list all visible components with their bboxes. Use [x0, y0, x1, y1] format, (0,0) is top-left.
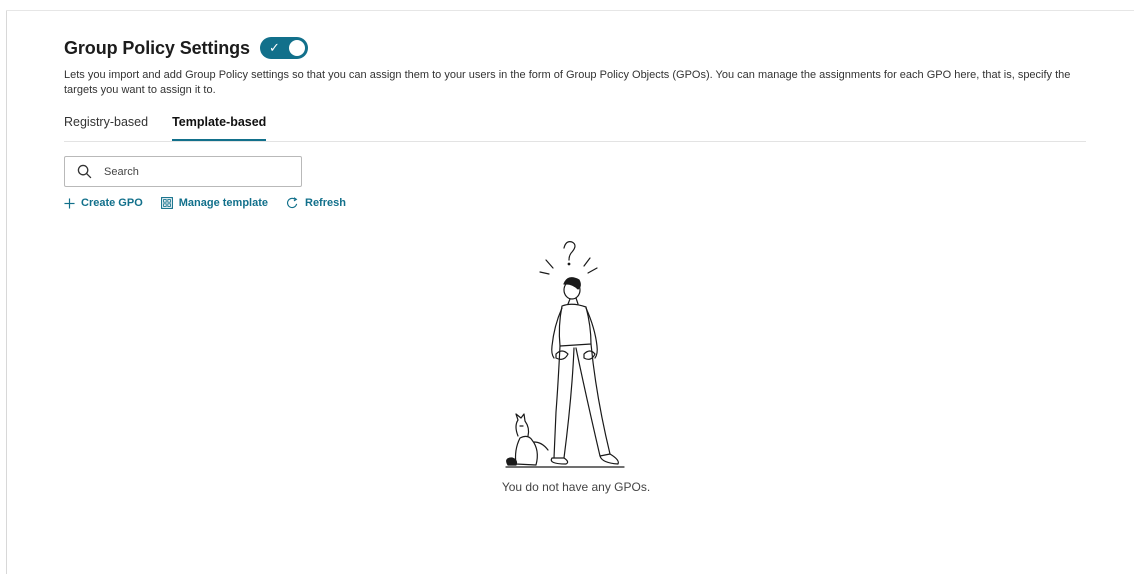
- search-box[interactable]: [64, 156, 302, 187]
- title-row: Group Policy Settings ✓: [64, 36, 1086, 60]
- toggle-knob: [288, 40, 305, 56]
- tab-registry-based[interactable]: Registry-based: [64, 115, 148, 141]
- manage-template-label: Manage template: [178, 197, 268, 209]
- empty-state-illustration: [505, 241, 625, 468]
- tab-bar: Registry-based Template-based: [64, 115, 1086, 142]
- enable-toggle[interactable]: ✓: [259, 37, 308, 59]
- refresh-label: Refresh: [305, 197, 346, 209]
- search-icon: [77, 164, 92, 179]
- refresh-button[interactable]: Refresh: [286, 197, 346, 209]
- refresh-icon: [286, 197, 298, 209]
- main-content: Group Policy Settings ✓ Lets you import …: [64, 36, 1086, 209]
- plus-icon: [64, 197, 75, 209]
- action-bar: Create GPO Manage template Refresh: [64, 197, 1086, 209]
- check-icon: ✓: [268, 40, 280, 55]
- template-icon: [160, 197, 173, 209]
- page-description: Lets you import and add Group Policy set…: [64, 69, 1071, 96]
- empty-state-message: You do not have any GPOs.: [501, 480, 651, 494]
- frame-border-left: [6, 10, 7, 574]
- frame-border-top: [6, 10, 1134, 11]
- page-title: Group Policy Settings: [64, 37, 250, 58]
- manage-template-button[interactable]: Manage template: [160, 197, 268, 209]
- create-gpo-label: Create GPO: [81, 197, 143, 209]
- tab-template-based[interactable]: Template-based: [172, 115, 267, 141]
- create-gpo-button[interactable]: Create GPO: [64, 197, 143, 209]
- search-input[interactable]: [102, 164, 286, 179]
- empty-state: You do not have any GPOs.: [430, 236, 722, 494]
